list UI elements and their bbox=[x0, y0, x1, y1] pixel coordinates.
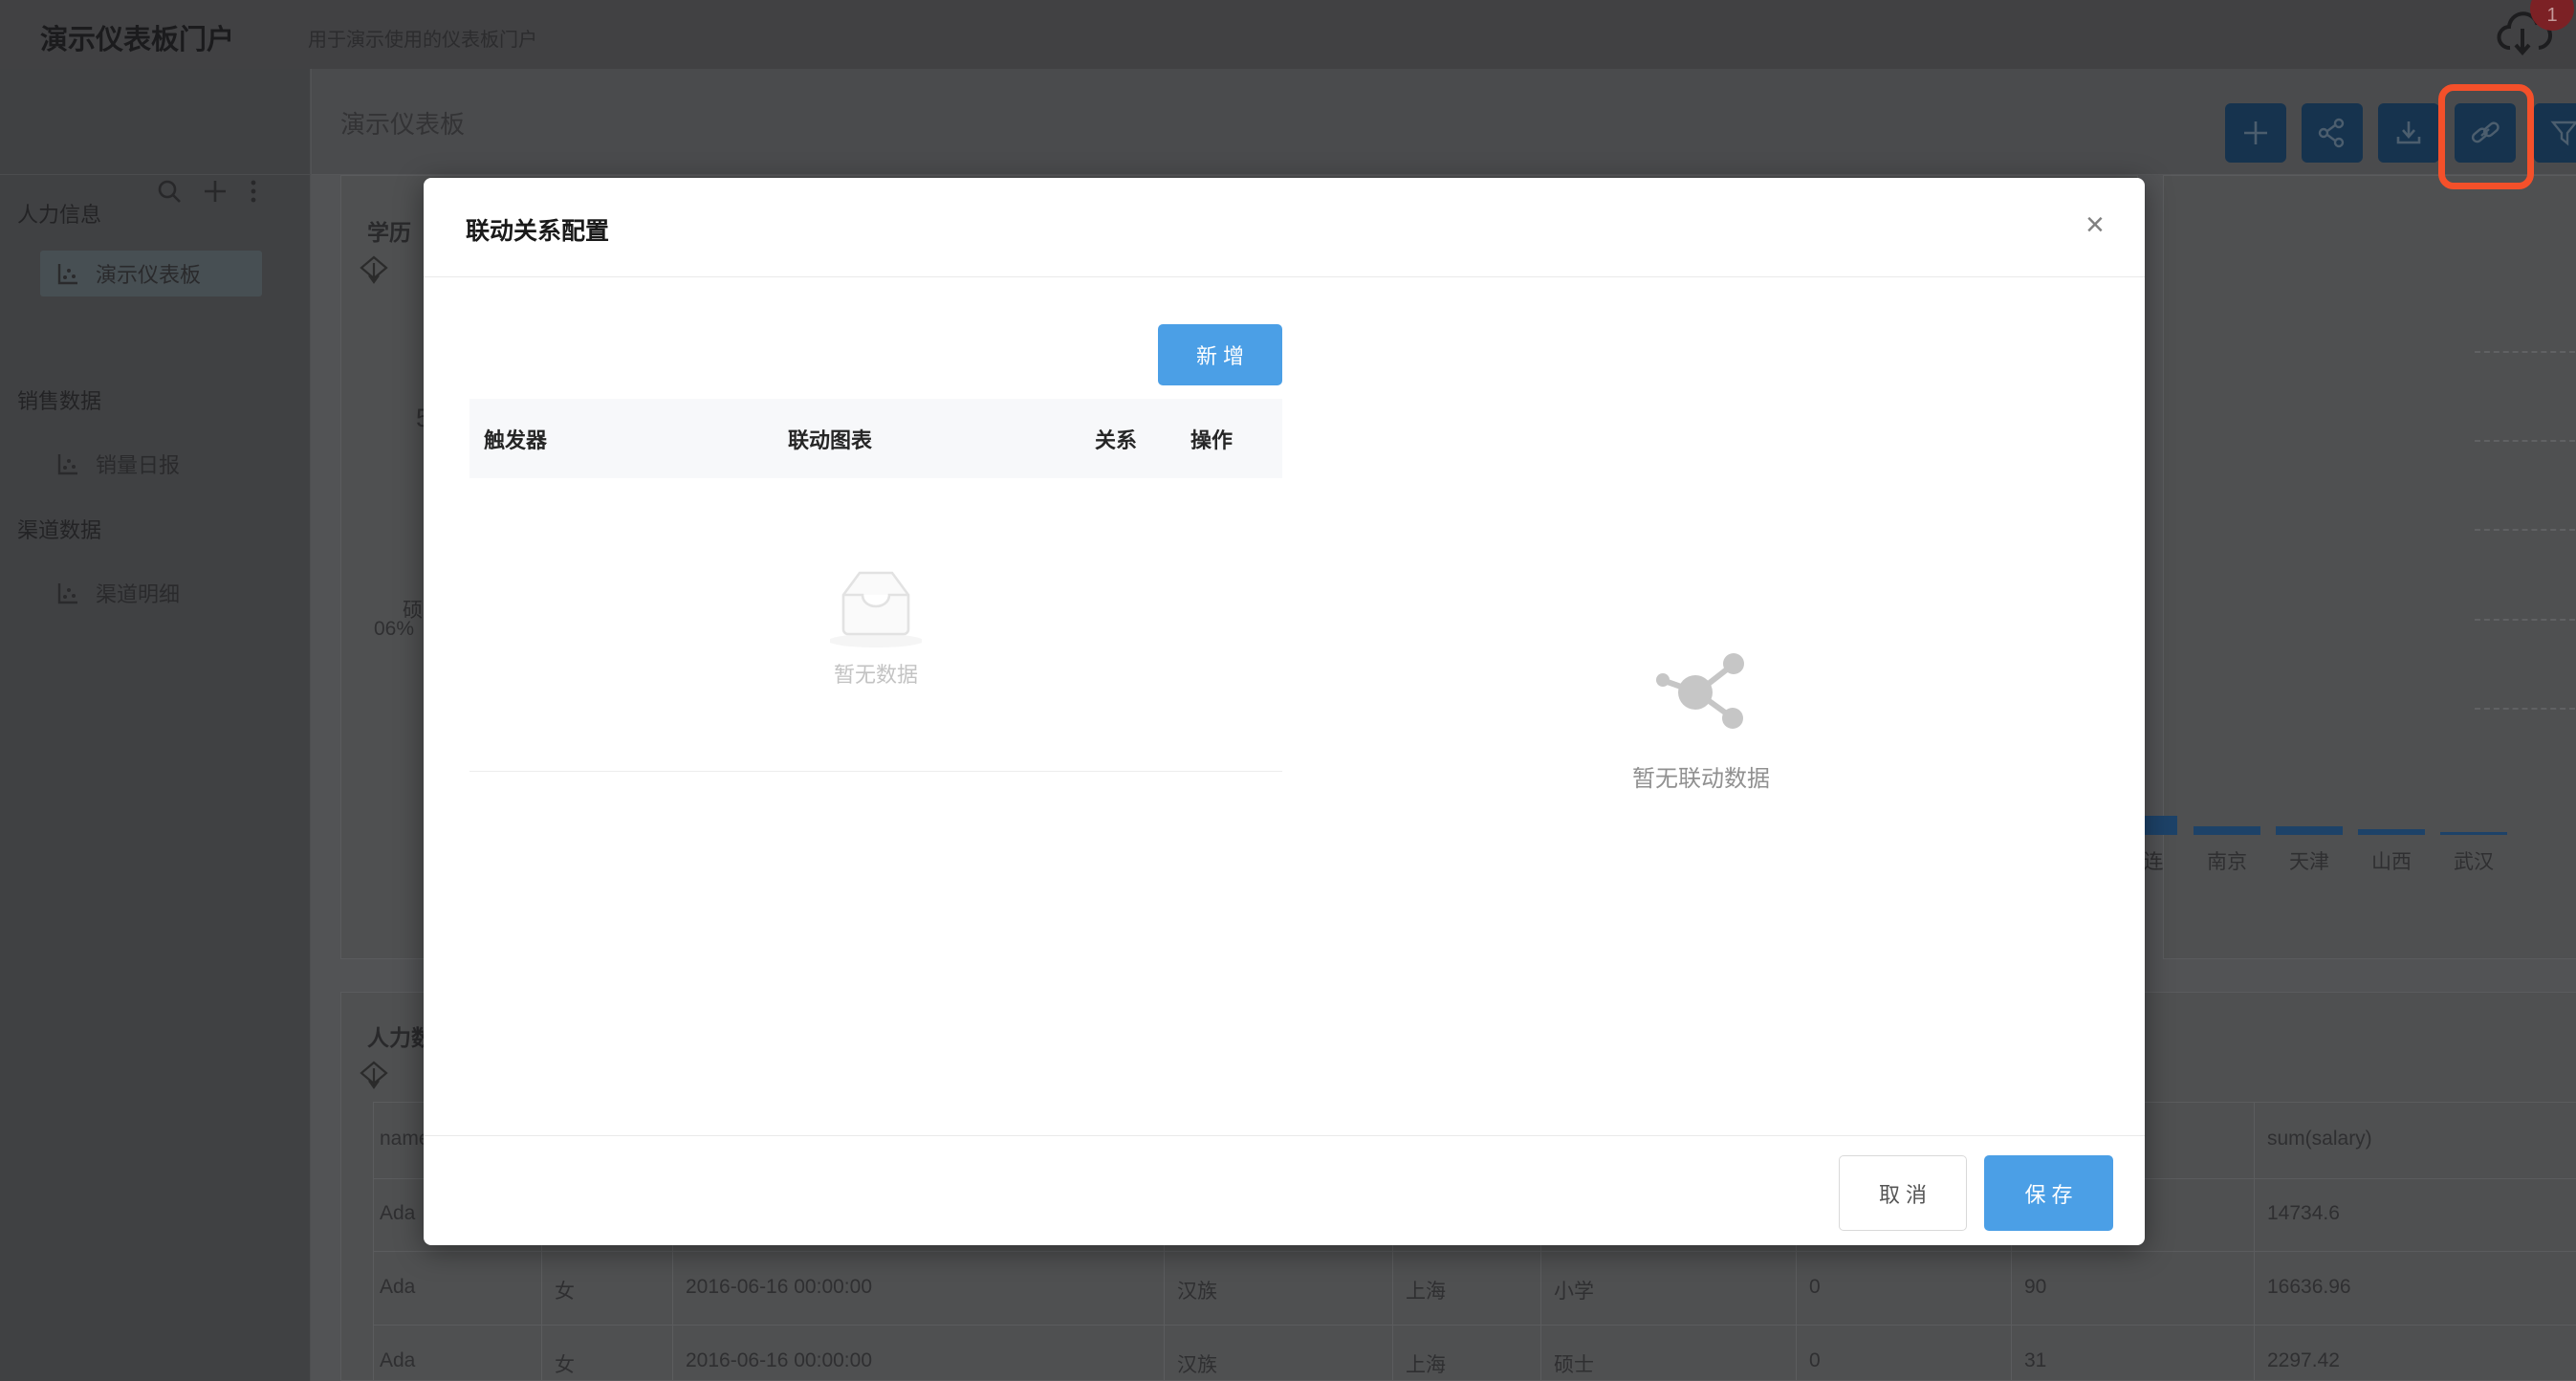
bg-cell: Ada bbox=[380, 1349, 415, 1372]
bg-cell: 0 bbox=[1809, 1276, 1821, 1299]
empty-inbox-icon bbox=[830, 560, 922, 648]
bg-col-header: name bbox=[380, 1128, 430, 1151]
bg-cell: 2016-06-16 00:00:00 bbox=[686, 1276, 872, 1299]
portal-title: 演示仪表板门户 bbox=[40, 17, 234, 57]
bg-cell: 31 bbox=[2024, 1349, 2046, 1372]
portal-subtitle: 用于演示使用的仪表板门户 bbox=[308, 24, 537, 52]
sidebar-item-sales-daily[interactable]: 销量日报 bbox=[40, 441, 262, 487]
col-relation: 关系 bbox=[1095, 399, 1137, 478]
search-icon[interactable] bbox=[155, 177, 184, 206]
bg-cell: 汉族 bbox=[1177, 1276, 1217, 1304]
sidebar-group-sales: 销售数据 bbox=[17, 384, 101, 415]
click-highlight-ring bbox=[2438, 84, 2534, 189]
share-icon bbox=[2316, 117, 2348, 149]
close-icon[interactable]: × bbox=[2085, 207, 2105, 244]
cancel-button[interactable]: 取 消 bbox=[1839, 1155, 1967, 1231]
download-button[interactable] bbox=[2378, 103, 2439, 163]
bg-cell: 上海 bbox=[1406, 1276, 1446, 1304]
linkage-table-header: 触发器 联动图表 关系 操作 bbox=[469, 399, 1282, 478]
empty-text: 暂无数据 bbox=[830, 658, 922, 689]
col-trigger: 触发器 bbox=[484, 399, 547, 478]
app-root: 演示仪表板门户 用于演示使用的仪表板门户 1 人力信息 演示仪表板 销售数据 销… bbox=[0, 0, 2576, 1381]
table-left-border bbox=[373, 1102, 374, 1381]
bg-cell: 0 bbox=[1809, 1349, 1821, 1372]
linkage-config-modal: 联动关系配置 × 新 增 触发器 联动图表 关系 操作 暂无数据 bbox=[424, 178, 2145, 1245]
plus-icon bbox=[2239, 117, 2272, 149]
filter-icon bbox=[2548, 117, 2576, 149]
chart-icon bbox=[55, 451, 80, 476]
filter-button[interactable] bbox=[2534, 103, 2576, 163]
bg-cell: 90 bbox=[2024, 1276, 2046, 1299]
sidebar-group-hr: 人力信息 bbox=[17, 198, 101, 229]
share-button[interactable] bbox=[2302, 103, 2363, 163]
col-action: 操作 bbox=[1190, 399, 1233, 478]
col-border bbox=[2254, 1102, 2255, 1381]
bg-cell: 女 bbox=[555, 1276, 575, 1304]
sidebar-item-channel-detail[interactable]: 渠道明细 bbox=[40, 570, 262, 616]
chart-icon bbox=[55, 261, 80, 286]
page-title: 演示仪表板 bbox=[340, 105, 465, 141]
bg-cell: 女 bbox=[555, 1349, 575, 1378]
add-widget-button[interactable] bbox=[2225, 103, 2286, 163]
chart-icon bbox=[55, 581, 80, 605]
sidebar-item-demo-dashboard[interactable]: 演示仪表板 bbox=[40, 251, 262, 296]
bg-cell: 2016-06-16 00:00:00 bbox=[686, 1349, 872, 1372]
save-button[interactable]: 保 存 bbox=[1984, 1155, 2113, 1231]
sidebar: 人力信息 演示仪表板 销售数据 销量日报 渠道数据 渠道明细 bbox=[0, 69, 311, 1381]
bg-cell: 上海 bbox=[1406, 1349, 1446, 1378]
bg-cell: 汉族 bbox=[1177, 1349, 1217, 1378]
col-linked-chart: 联动图表 bbox=[788, 399, 872, 478]
kebab-icon[interactable] bbox=[247, 177, 260, 206]
linkage-empty-text: 暂无联动数据 bbox=[1604, 759, 1799, 793]
modal-header-divider bbox=[424, 276, 2145, 277]
plus-icon[interactable] bbox=[201, 177, 229, 206]
bg-cell: 16636.96 bbox=[2267, 1276, 2351, 1299]
row-border bbox=[373, 1325, 2576, 1326]
row-border bbox=[373, 1251, 2576, 1252]
bg-col-header: sum(salary) bbox=[2267, 1128, 2372, 1151]
bg-cell: 14734.6 bbox=[2267, 1202, 2340, 1225]
download-icon bbox=[2392, 117, 2425, 149]
bg-cell: Ada bbox=[380, 1276, 415, 1299]
bg-cell: 2297.42 bbox=[2267, 1349, 2340, 1372]
sidebar-item-label: 销量日报 bbox=[96, 449, 180, 479]
sidebar-item-label: 渠道明细 bbox=[96, 578, 180, 608]
bg-cell: 小学 bbox=[1554, 1276, 1594, 1304]
linkage-nodes-icon bbox=[1651, 645, 1751, 733]
app-header: 演示仪表板门户 用于演示使用的仪表板门户 1 bbox=[0, 0, 2576, 69]
modal-title: 联动关系配置 bbox=[466, 212, 609, 247]
panel-bottom-border bbox=[469, 771, 1282, 772]
sidebar-item-label: 演示仪表板 bbox=[96, 258, 201, 289]
bg-cell: Ada bbox=[380, 1202, 415, 1225]
modal-footer-divider bbox=[424, 1135, 2145, 1136]
bg-cell: 硕士 bbox=[1554, 1349, 1594, 1378]
add-linkage-button[interactable]: 新 增 bbox=[1158, 324, 1282, 385]
sidebar-group-channel: 渠道数据 bbox=[17, 514, 101, 544]
